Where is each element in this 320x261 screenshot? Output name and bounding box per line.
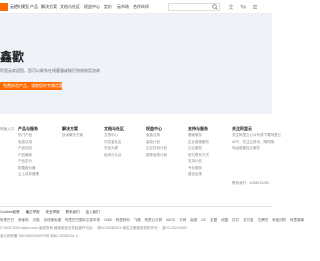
license-text: 浙公网安备 33010602009975号 浙B2-20080101-4: [0, 234, 78, 238]
hero-banner: 鑫歡 阿里云欢迎您，您可以联系在线客服或拨打热线电话咨询 免费体验产品，领取您的…: [0, 14, 272, 114]
footer-link[interactable]: 企业扶持计划: [146, 145, 167, 152]
footer-column-solutions: 解决方案 技术解决方案: [62, 126, 83, 139]
footer-link[interactable]: 推荐返现计划: [146, 152, 167, 159]
site-link[interactable]: 飞猪: [134, 218, 141, 222]
nav-item-docs[interactable]: 文档与社区: [60, 4, 80, 10]
site-link[interactable]: UC: [201, 218, 206, 222]
join-us-link[interactable]: 加入我们: [86, 210, 100, 214]
site-link[interactable]: 支付宝: [243, 218, 254, 222]
site-link[interactable]: 1688: [104, 218, 112, 222]
hero-title: 鑫歡: [0, 50, 25, 64]
user-icon[interactable]: [228, 4, 234, 10]
site-link[interactable]: 高德: [190, 218, 197, 222]
footer-column-follow: 关注阿里云 关注阿里云公众号或下载阿里云 APP，关注云资讯，随时随 地运维管控…: [232, 126, 281, 186]
footer-column-quick: 快速入口: [0, 126, 14, 133]
divider: [0, 206, 272, 207]
menu-icon[interactable]: [252, 4, 258, 10]
search-icon[interactable]: [212, 4, 218, 10]
site-link[interactable]: 友盟: [210, 218, 217, 222]
site-link[interactable]: 全球速卖通: [43, 218, 61, 222]
footer-column-docs: 文档与社区 文档中心 开发者社区 天池大赛 培训与认证: [104, 126, 124, 158]
hero-description: 阿里云欢迎您，您可以联系在线客服或拨打热线电话咨询: [0, 68, 100, 73]
top-navigation: 云栖 大模型 产品 解决方案 文档与社区 权益中心 定价 云市场 合作伙伴: [0, 0, 272, 14]
footer-column-support: 支持与服务 基础服务 企业增值服务 迁云服务 官方联系方式 支持计划 专业服务 …: [188, 126, 209, 178]
copyright-text: © 2009-2025 aliyun.com 版权所有 增值电信业务经营许可证：…: [0, 226, 187, 230]
nav-item-solutions[interactable]: 解决方案: [41, 4, 57, 10]
nav-item-marketplace[interactable]: 云市场: [117, 4, 129, 10]
site-link[interactable]: 淘宝闪购: [272, 218, 286, 222]
policy-links: Cookies政策 廉正举报 安全举报 联系我们 加入我们: [0, 209, 105, 215]
cookies-policy-link[interactable]: Cookies政策: [0, 210, 20, 214]
group-sites: 阿里巴巴 淘宝网 天猫 全球速卖通 阿里巴巴国际交易市场 1688 阿里妈妈 飞…: [0, 217, 307, 223]
footer-link[interactable]: 建议反馈: [188, 171, 209, 178]
integrity-report-link[interactable]: 廉正举报: [26, 210, 40, 214]
footer-column-benefits: 权益中心 免费试用 高校计划 企业扶持计划 推荐返现计划: [146, 126, 167, 158]
nav-item-pricing[interactable]: 定价: [104, 4, 112, 10]
footer-link[interactable]: 技术解决方案: [62, 132, 83, 139]
security-report-link[interactable]: 安全举报: [46, 210, 60, 214]
site-link[interactable]: 万网: [179, 218, 186, 222]
hero-cta-label: 免费体验产品，领取您的专属优惠 →: [3, 83, 69, 88]
hero-cta-button[interactable]: 免费体验产品，领取您的专属优惠 →: [0, 82, 68, 90]
site-link[interactable]: AliOS: [166, 218, 175, 222]
follow-text: 关注阿里云公众号或下载阿里云: [232, 133, 281, 137]
nav-item-benefits[interactable]: 权益中心: [84, 4, 100, 10]
site-link[interactable]: 阿里妈妈: [116, 218, 130, 222]
contact-us-link[interactable]: 联系我们: [66, 210, 80, 214]
site-link[interactable]: 钉钉: [232, 218, 239, 222]
site-link[interactable]: 淘宝网: [18, 218, 29, 222]
footer-columns: 快速入口 产品与服务 热门产品 免费试用 产品动态 产品最新 产品定价 配置报价…: [0, 126, 281, 204]
footer-link[interactable]: 培训与认证: [104, 152, 124, 159]
contact-phone: 联系我们：4008013260: [232, 180, 269, 185]
site-link[interactable]: 优酷: [221, 218, 228, 222]
footer-link[interactable]: 云上成本管理: [18, 171, 39, 178]
aliyun-logo[interactable]: [0, 3, 8, 11]
site-link[interactable]: 达摩院: [258, 218, 269, 222]
nav-item-partners[interactable]: 合作伙伴: [133, 4, 149, 10]
site-link[interactable]: 阿里巴巴国际交易市场: [65, 218, 100, 222]
site-link[interactable]: 天猫: [32, 218, 39, 222]
footer-column-products: 产品与服务 热门产品 免费试用 产品动态 产品最新 产品定价 配置报价器 云上成…: [18, 126, 39, 178]
cart-icon[interactable]: [240, 4, 246, 10]
site-link[interactable]: 阿里云计算: [145, 218, 163, 222]
nav-item-llm[interactable]: 大模型: [17, 4, 29, 10]
footer-link[interactable]: 快速入口: [0, 126, 14, 133]
nav-item-products[interactable]: 产品: [30, 4, 38, 10]
site-link[interactable]: 阿里健康: [290, 218, 304, 222]
site-link[interactable]: 阿里巴巴: [0, 218, 14, 222]
